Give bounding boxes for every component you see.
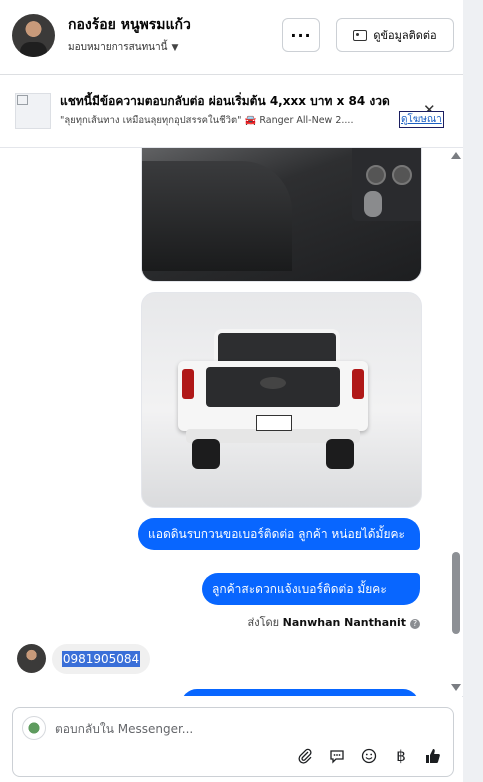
sent-by-name: Nanwhan Nanthanit [282,616,406,629]
reply-input[interactable]: ตอบกลับใน Messenger... ฿ [12,707,454,777]
ad-subtitle: "ลุยทุกเส้นทาง เหมือนลุยทุกอุปสรรคในชีวิ… [60,115,354,126]
conversation-header: กองร้อย หนูพรมแก้ว มอบหมายการสนทนานี้ ▼ ·… [0,0,463,75]
scroll-up-arrow[interactable] [451,152,461,159]
message-photo-truck-rear[interactable] [141,292,422,508]
emoji-icon[interactable] [359,746,379,766]
baht-icon[interactable]: ฿ [391,746,411,766]
outgoing-message[interactable]: ลูกค้าสะดวกแจ้งเบอร์ติดต่อ มั้ยคะ [202,573,420,605]
sent-by-prefix: ส่งโดย [247,616,280,629]
sent-by-label: ส่งโดย Nanwhan Nanthanit? [248,613,420,631]
chevron-down-icon: ▼ [171,43,179,53]
incoming-message[interactable]: 0981905084 [52,644,150,674]
contact-avatar[interactable] [12,14,55,57]
scrollbar-thumb[interactable] [452,552,460,634]
outgoing-message[interactable]: แอดดินรบกวนขอเบอร์ติดต่อ ลูกค้า หน่อยได้… [138,518,420,550]
card-icon [353,29,368,41]
assign-conversation-dropdown[interactable]: มอบหมายการสนทนานี้ ▼ [68,40,178,55]
contact-info-label: ดูข้อมูลติดต่อ [373,29,437,42]
more-options-button[interactable]: ··· [282,18,320,52]
view-ad-link[interactable]: ดูโฆษณา [399,111,444,128]
help-icon[interactable]: ? [410,619,420,629]
view-contact-info-button[interactable]: ดูข้อมูลติดต่อ [336,18,454,52]
composer: ตอบกลับใน Messenger... ฿ [0,697,463,782]
like-icon[interactable] [423,746,443,766]
side-panel-strip [462,0,483,782]
attach-icon[interactable] [295,746,315,766]
message-photo-interior[interactable] [141,148,422,282]
message-thread[interactable]: แอดดินรบกวนขอเบอร์ติดต่อ ลูกค้า หน่อยได้… [0,148,463,696]
composer-toolbar: ฿ [295,746,443,766]
page-avatar [22,716,46,740]
outgoing-message-partial[interactable] [181,689,419,696]
reply-placeholder: ตอบกลับใน Messenger... [55,722,194,736]
phone-number-text[interactable]: 0981905084 [61,651,141,667]
saved-replies-icon[interactable] [327,746,347,766]
ad-reply-banner: แชทนี้มีข้อความตอบกลับต่อ ผ่อนเริ่มต้น 4… [0,75,463,148]
ad-thumbnail[interactable] [15,93,51,129]
ad-title: แชทนี้มีข้อความตอบกลับต่อ ผ่อนเริ่มต้น 4… [60,94,390,108]
contact-name[interactable]: กองร้อย หนูพรมแก้ว [68,14,191,36]
assign-label: มอบหมายการสนทนานี้ [68,42,168,53]
scroll-down-arrow[interactable] [451,684,461,691]
contact-avatar-small[interactable] [17,644,46,673]
